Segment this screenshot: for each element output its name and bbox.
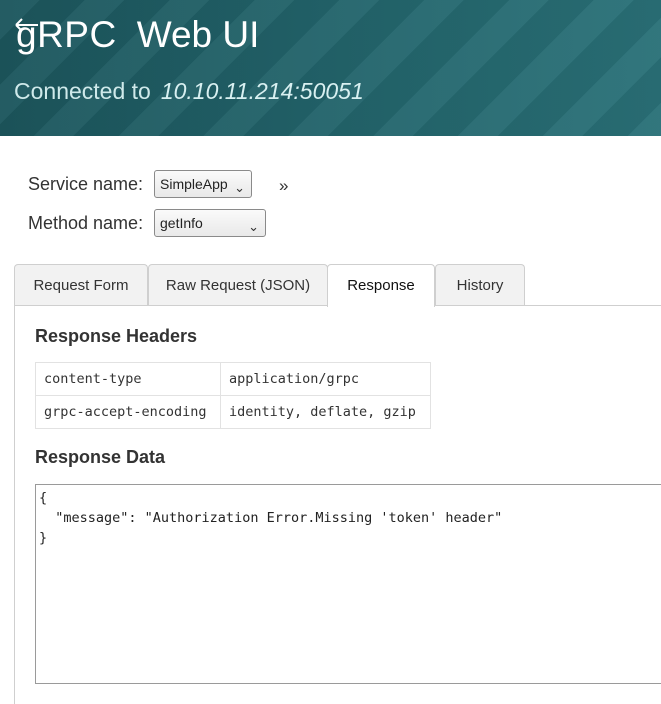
brand-logo: gRPC Web UI — [15, 12, 260, 58]
header-value: identity, deflate, gzip — [220, 395, 431, 429]
header-key: content-type — [35, 362, 221, 396]
method-name-value: getInfo — [160, 215, 203, 231]
table-row: content-type application/grpc — [35, 362, 431, 396]
grpc-logo-icon — [15, 18, 38, 32]
tab-raw-request[interactable]: Raw Request (JSON) — [148, 264, 328, 306]
chevron-down-icon: ⌄ — [248, 219, 259, 234]
service-name-select[interactable]: SimpleApp ⌄ — [154, 170, 252, 198]
app-name: Web UI — [136, 14, 260, 55]
connected-label: Connected to — [14, 78, 151, 104]
response-data-textarea[interactable]: { "message": "Authorization Error.Missin… — [35, 484, 661, 684]
connection-status: Connected to 10.10.11.214:50051 — [14, 77, 364, 105]
tab-history[interactable]: History — [435, 264, 525, 306]
response-headers-title: Response Headers — [35, 326, 198, 346]
header-key: grpc-accept-encoding — [35, 395, 221, 429]
app-header: gRPC Web UI Connected to 10.10.11.214:500… — [0, 0, 661, 136]
tab-request-form[interactable]: Request Form — [14, 264, 148, 306]
method-name-select[interactable]: getInfo ⌄ — [154, 209, 266, 237]
response-headers-table: content-type application/grpc grpc-accep… — [35, 362, 431, 429]
chevron-down-icon: ⌄ — [234, 180, 245, 195]
service-name-value: SimpleApp — [160, 176, 228, 192]
response-data-title: Response Data — [35, 447, 166, 467]
header-value: application/grpc — [220, 362, 431, 396]
expand-toggle-button[interactable]: » — [279, 176, 288, 196]
response-line: { — [39, 490, 48, 506]
server-address: 10.10.11.214:50051 — [160, 78, 364, 104]
service-name-label: Service name: — [28, 174, 144, 194]
method-name-label: Method name: — [28, 213, 144, 233]
response-line: "message": "Authorization Error.Missing … — [39, 510, 503, 526]
tab-response[interactable]: Response — [327, 264, 435, 307]
panel-border — [14, 305, 15, 704]
table-row: grpc-accept-encoding identity, deflate, … — [35, 395, 431, 429]
response-line: } — [39, 530, 48, 546]
